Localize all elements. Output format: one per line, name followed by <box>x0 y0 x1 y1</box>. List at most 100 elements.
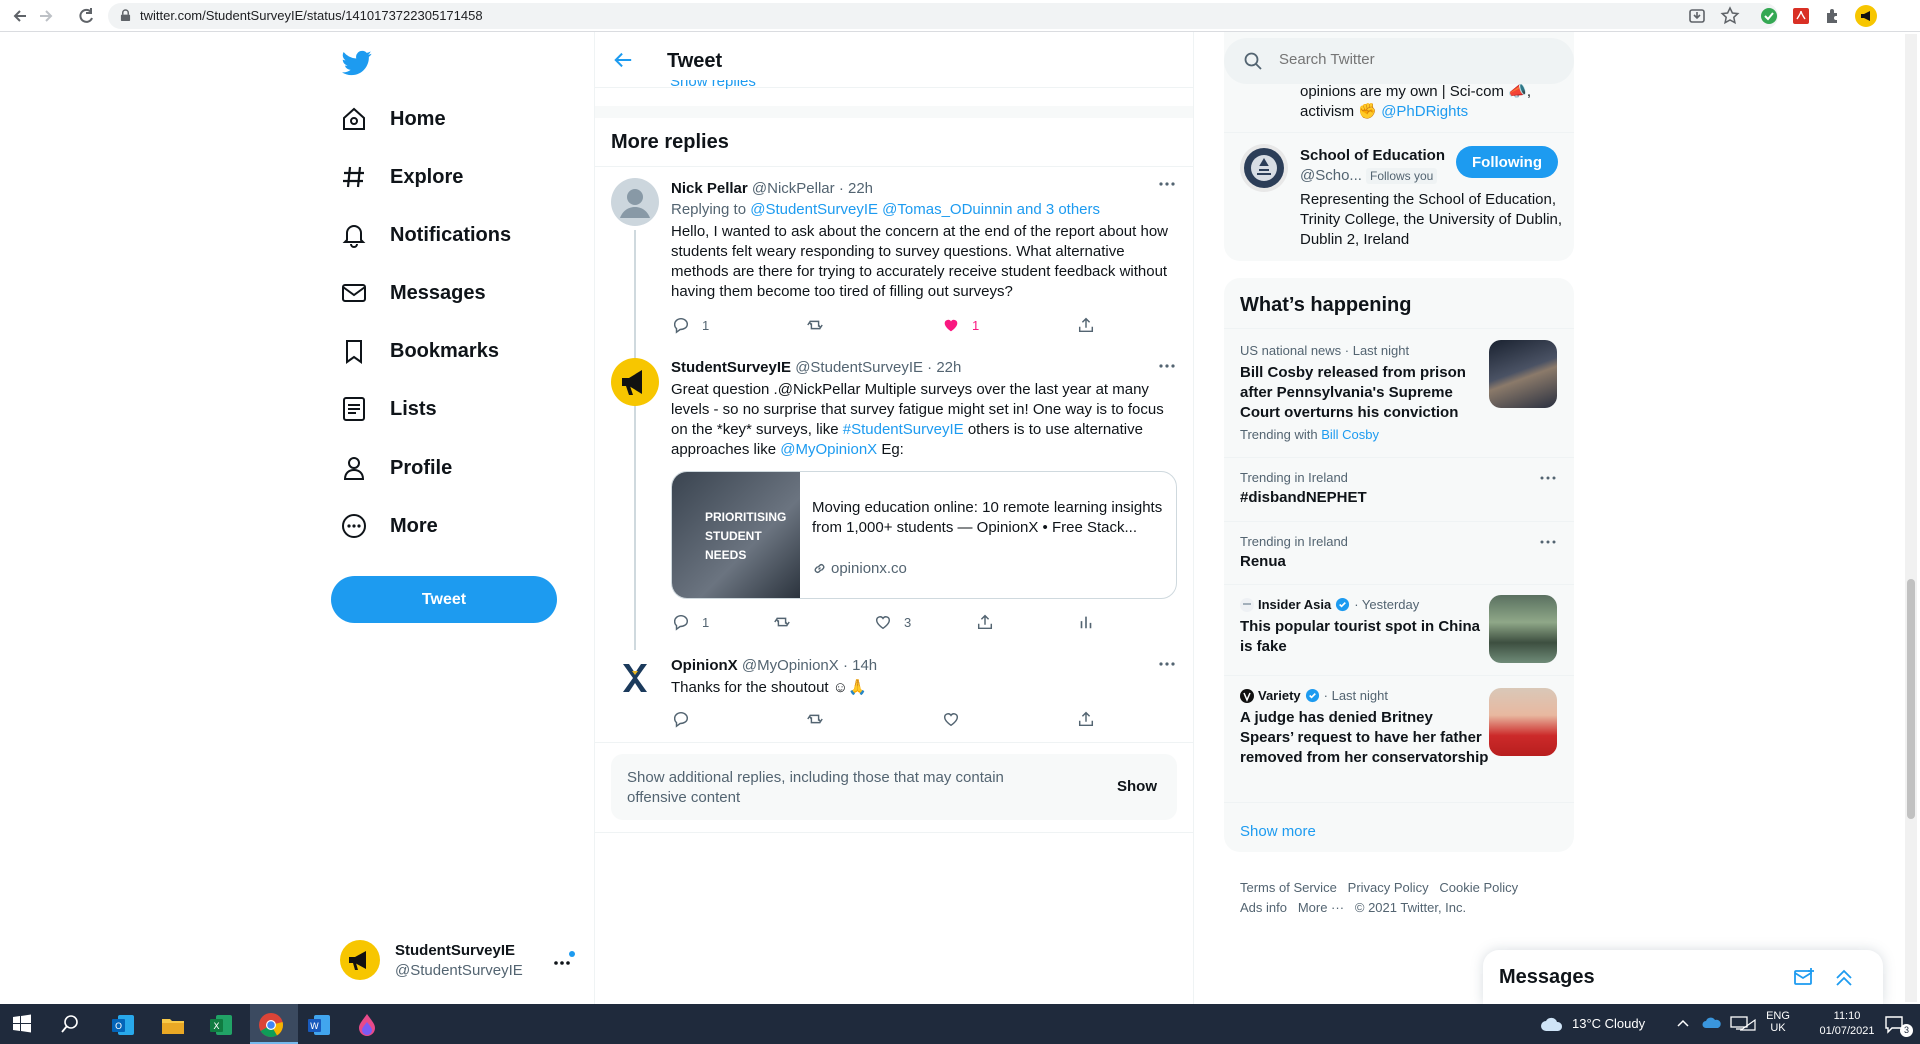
retweet-action[interactable] <box>806 710 836 728</box>
footer-link[interactable]: Cookie Policy <box>1439 880 1518 895</box>
new-message-icon[interactable] <box>1793 966 1815 988</box>
show-more-link[interactable]: Show more <box>1240 823 1316 840</box>
extension-check-icon[interactable] <box>1760 7 1778 25</box>
scrollbar-thumb[interactable] <box>1907 579 1915 819</box>
cloud-weather-icon[interactable] <box>1540 1016 1564 1032</box>
share-action[interactable] <box>1077 710 1107 728</box>
install-icon[interactable] <box>1688 7 1706 25</box>
footer-link[interactable]: Privacy Policy <box>1348 880 1429 895</box>
author-name[interactable]: OpinionX <box>671 657 738 674</box>
like-action[interactable]: 1 <box>942 316 979 334</box>
author-handle[interactable]: @StudentSurveyIE <box>795 359 923 376</box>
nav-label: Home <box>390 107 446 130</box>
back-arrow-icon[interactable] <box>613 50 633 70</box>
nav-messages[interactable]: Messages <box>340 268 486 318</box>
follow-handle[interactable]: @Scho... <box>1300 167 1362 184</box>
mention-link[interactable]: @MyOpinionX <box>780 441 877 458</box>
search-icon[interactable] <box>60 1014 86 1040</box>
clock[interactable]: 11:10 01/07/2021 <box>1812 1009 1882 1039</box>
author-name[interactable]: Nick Pellar <box>671 180 748 197</box>
share-action[interactable] <box>1077 316 1107 334</box>
search-box[interactable] <box>1224 38 1574 84</box>
chrome-icon[interactable] <box>258 1012 284 1038</box>
forward-arrow-icon[interactable] <box>36 6 56 26</box>
replying-to-links[interactable]: @StudentSurveyIE @Tomas_ODuinnin and 3 o… <box>750 201 1100 218</box>
avatar[interactable] <box>611 654 659 702</box>
page-title: Tweet <box>667 50 723 72</box>
account-switcher[interactable]: StudentSurveyIE @StudentSurveyIE <box>340 938 580 982</box>
tweet-button[interactable]: Tweet <box>331 576 557 623</box>
paint-drop-icon[interactable] <box>354 1012 380 1038</box>
retweet-action[interactable] <box>773 613 803 631</box>
timestamp[interactable]: · 22h <box>927 359 961 376</box>
windows-start-icon[interactable] <box>12 1014 38 1040</box>
analytics-action[interactable] <box>1077 613 1107 631</box>
reply-action[interactable]: 1 <box>672 316 709 334</box>
messages-drawer[interactable]: Messages <box>1483 950 1883 1004</box>
avatar[interactable] <box>611 178 659 226</box>
word-icon[interactable]: W <box>306 1012 332 1038</box>
avatar[interactable] <box>1240 144 1288 192</box>
author-handle[interactable]: @NickPellar <box>752 180 835 197</box>
author-handle[interactable]: @MyOpinionX <box>742 657 839 674</box>
nav-more[interactable]: More <box>340 501 438 551</box>
more-dots-icon[interactable] <box>1155 360 1179 372</box>
back-arrow-icon[interactable] <box>10 6 30 26</box>
weather-text[interactable]: 13°C Cloudy <box>1572 1016 1645 1031</box>
nav-lists[interactable]: Lists <box>340 384 437 434</box>
reply-action[interactable]: 1 <box>672 613 709 631</box>
search-input[interactable] <box>1279 51 1549 68</box>
nav-explore[interactable]: Explore <box>340 152 463 202</box>
hashtag-link[interactable]: #StudentSurveyIE <box>843 421 964 438</box>
bio-mention-link[interactable]: @PhDRights <box>1381 103 1468 120</box>
share-action[interactable] <box>976 613 1006 631</box>
more-dots-icon[interactable] <box>1155 178 1179 190</box>
nav-notifications[interactable]: Notifications <box>340 210 511 260</box>
follow-name[interactable]: School of Education <box>1300 147 1445 164</box>
chevron-up-icon[interactable] <box>1676 1018 1690 1028</box>
reply-icon <box>673 614 689 631</box>
show-replies-link[interactable]: Show replies <box>670 80 756 90</box>
author-name[interactable]: StudentSurveyIE <box>671 359 791 376</box>
file-explorer-icon[interactable] <box>160 1012 186 1038</box>
footer-link[interactable]: More ··· <box>1298 900 1344 915</box>
timestamp[interactable]: · 14h <box>843 657 877 674</box>
footer-link[interactable]: Ads info <box>1240 900 1287 915</box>
network-icon[interactable] <box>1740 1018 1756 1032</box>
chevron-up-icon[interactable] <box>1833 966 1855 988</box>
like-action[interactable] <box>942 710 972 728</box>
twitter-logo-icon[interactable] <box>342 48 372 78</box>
account-more-icon[interactable] <box>552 950 576 970</box>
extensions-puzzle-icon[interactable] <box>1824 7 1842 25</box>
language-indicator[interactable]: ENG UK <box>1766 1010 1790 1034</box>
show-button[interactable]: Show <box>1117 778 1157 795</box>
profile-avatar-icon[interactable] <box>1855 5 1877 27</box>
like-action[interactable]: 3 <box>874 613 911 631</box>
bookmark-star-icon[interactable] <box>1720 6 1740 26</box>
link-card[interactable]: PRIORITISING STUDENT NEEDS Moving educat… <box>671 471 1177 599</box>
trend-item[interactable]: Trending in Ireland #disbandNEPHET <box>1224 458 1574 520</box>
trending-with-link[interactable]: Bill Cosby <box>1321 427 1379 442</box>
onedrive-icon[interactable] <box>1702 1017 1722 1029</box>
retweet-action[interactable] <box>806 316 836 334</box>
more-dots-icon[interactable] <box>1538 474 1558 482</box>
reload-icon[interactable] <box>76 6 96 26</box>
following-button[interactable]: Following <box>1456 146 1558 178</box>
nav-bookmarks[interactable]: Bookmarks <box>340 326 499 376</box>
nav-home[interactable]: Home <box>340 94 446 144</box>
avatar[interactable] <box>611 358 659 406</box>
more-dots-icon[interactable] <box>1155 658 1179 670</box>
trend-meta: Trending in Ireland <box>1240 470 1348 485</box>
reply-action[interactable] <box>672 710 702 728</box>
nav-profile[interactable]: Profile <box>340 443 452 493</box>
pdf-extension-icon[interactable] <box>1792 7 1810 25</box>
more-dots-icon[interactable] <box>1538 538 1558 546</box>
footer-link[interactable]: Terms of Service <box>1240 880 1337 895</box>
excel-icon[interactable]: X <box>208 1012 234 1038</box>
additional-replies-text: Show additional replies, including those… <box>627 769 1004 806</box>
outlook-icon[interactable]: O <box>110 1012 136 1038</box>
thread-line <box>634 230 636 650</box>
timestamp[interactable]: · 22h <box>839 180 873 197</box>
trend-item[interactable]: Trending in Ireland Renua <box>1224 522 1574 584</box>
scrollbar-track[interactable] <box>1905 34 1917 1002</box>
